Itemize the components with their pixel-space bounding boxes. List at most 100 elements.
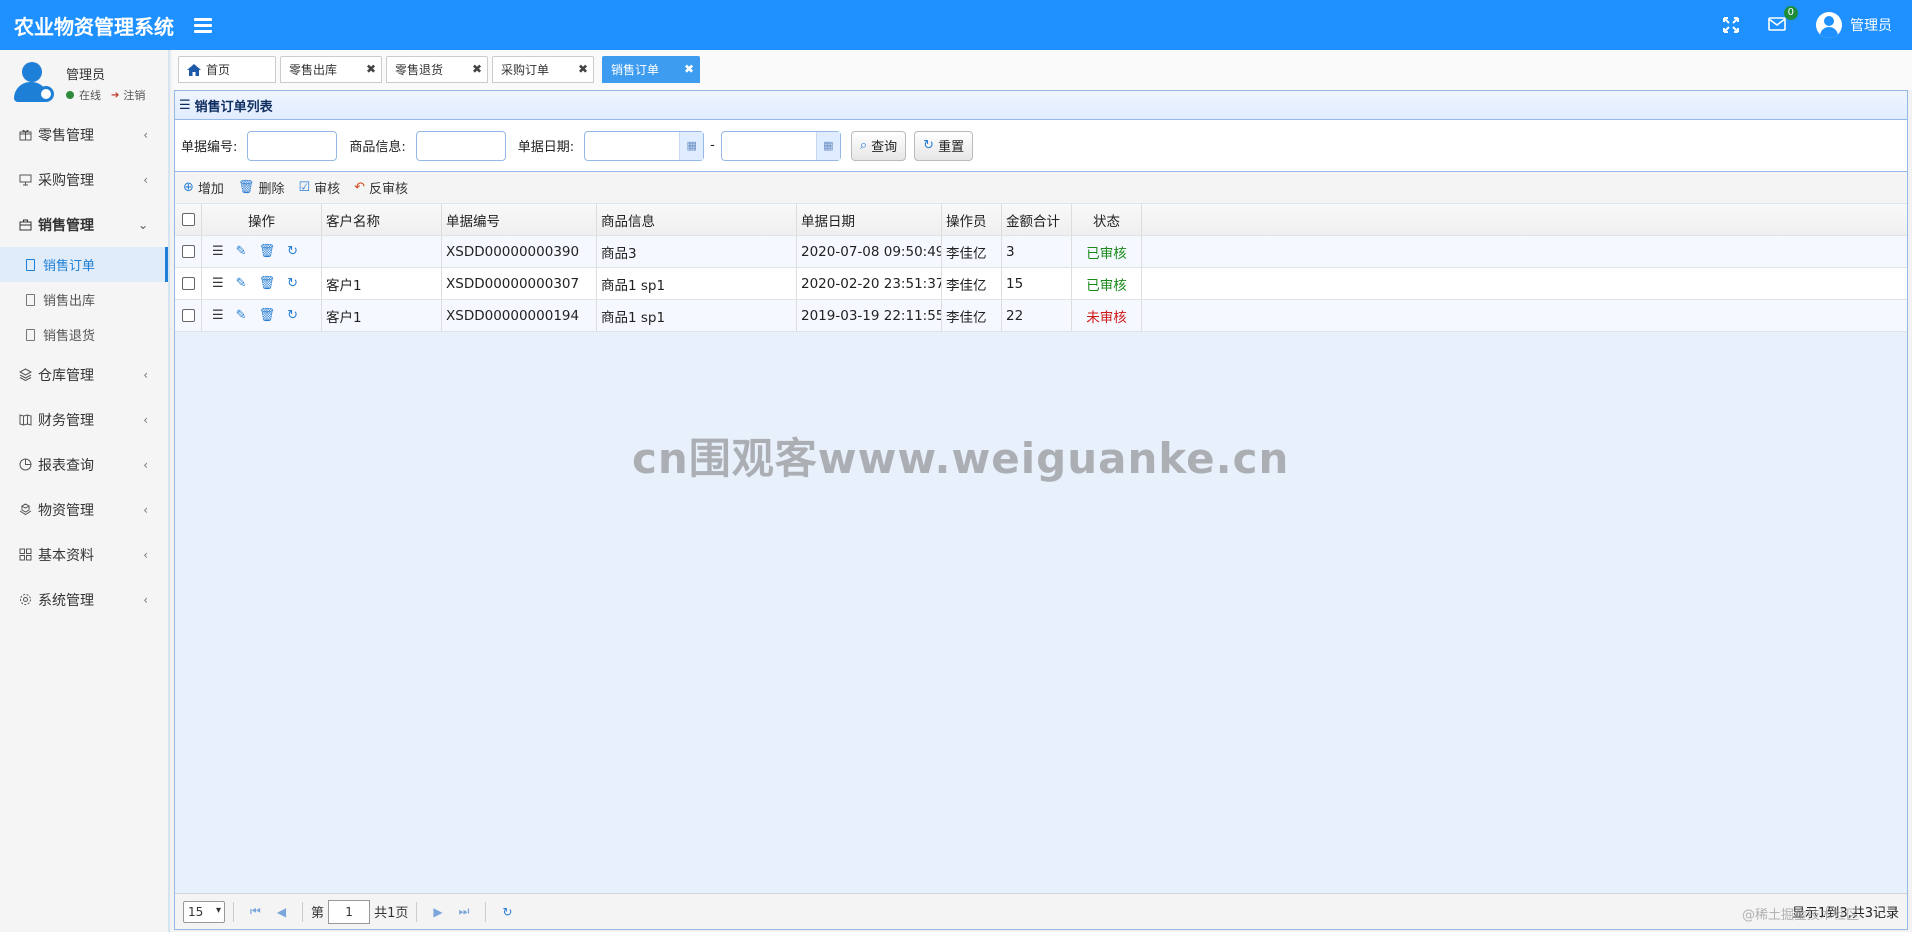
row-actions: ☰ ✎ 🗑 ↻ <box>202 236 322 267</box>
mail-icon[interactable]: 0 <box>1768 6 1798 34</box>
edit-icon[interactable]: ✎ <box>236 276 247 291</box>
sidebar-item-system[interactable]: 系统管理 ‹ <box>0 577 168 622</box>
user-name: 管理员 <box>1850 18 1892 34</box>
top-bar: 农业物资管理系统 0 管理员 <box>0 0 1912 50</box>
row-checkbox[interactable] <box>181 277 195 290</box>
column-header[interactable]: 单据编号 <box>442 204 597 235</box>
page-total: 共1页 <box>374 906 409 921</box>
table-row[interactable]: ☰ ✎ 🗑 ↻ 客户1 XSDD00000000194 商品1 sp1 2019… <box>175 300 1907 332</box>
user-menu[interactable]: 管理员 <box>1816 12 1892 38</box>
column-header[interactable]: 客户名称 <box>322 204 442 235</box>
unaudit-button[interactable]: ↶ 反审核 <box>354 178 408 197</box>
audit-button[interactable]: ☑ 审核 <box>298 178 340 197</box>
briefcase-icon <box>18 218 32 232</box>
trash-icon[interactable]: 🗑 <box>259 276 276 291</box>
profile-avatar <box>12 60 54 104</box>
row-checkbox-cell <box>175 268 202 299</box>
page-size-select[interactable]: 15 ▾ <box>183 900 225 923</box>
delete-button[interactable]: 🗑 删除 <box>238 178 285 197</box>
table-row[interactable]: ☰ ✎ 🗑 ↻ 客户1 XSDD00000000307 商品1 sp1 2020… <box>175 268 1907 300</box>
logout-icon[interactable]: ➔ <box>111 90 119 101</box>
close-icon[interactable]: ✖ <box>684 62 694 76</box>
detail-list-icon[interactable]: ☰ <box>212 308 224 323</box>
column-header[interactable]: 操作员 <box>942 204 1002 235</box>
sidebar-item-purchase[interactable]: 采购管理 ‹ <box>0 157 168 202</box>
tab-sales-order[interactable]: 销售订单 ✖ <box>602 56 700 83</box>
pager-divider <box>485 901 487 922</box>
operator-cell: 李佳亿 <box>942 300 1002 331</box>
sidebar-item-materials[interactable]: 物资管理 ‹ <box>0 487 168 532</box>
close-icon[interactable]: ✖ <box>472 62 482 76</box>
tab-retail-outbound[interactable]: 零售出库 ✖ <box>280 56 382 83</box>
date-label: 单据日期: <box>517 140 575 155</box>
page-number-input[interactable]: 1 <box>328 899 371 924</box>
sidebar-subitem-sales-outbound[interactable]: 销售出库 <box>0 282 168 317</box>
sync-icon[interactable]: ↻ <box>287 244 298 259</box>
query-button[interactable]: ⌕ 查询 <box>850 130 907 161</box>
table-row[interactable]: ☰ ✎ 🗑 ↻ XSDD00000000390 商品3 2020-07-08 0… <box>175 236 1907 268</box>
edit-icon[interactable]: ✎ <box>236 244 247 259</box>
column-header[interactable]: 商品信息 <box>597 204 797 235</box>
calendar-icon[interactable]: ▦ <box>815 131 840 160</box>
chevron-left-icon: ‹ <box>143 592 148 607</box>
tab-purchase-order[interactable]: 采购订单 ✖ <box>492 56 594 83</box>
doc-no-input[interactable] <box>247 130 338 161</box>
date-cell: 2020-07-08 09:50:49 <box>797 236 942 267</box>
logout-link[interactable]: 注销 <box>123 87 145 103</box>
close-icon[interactable]: ✖ <box>578 62 588 76</box>
menu-toggle-icon[interactable] <box>194 18 212 33</box>
gear-icon <box>18 593 32 607</box>
tab-home[interactable]: 首页 <box>178 56 276 83</box>
column-header[interactable]: 金额合计 <box>1002 204 1072 235</box>
sidebar-item-label: 财务管理 <box>38 412 94 429</box>
sidebar-item-sales[interactable]: 销售管理 ⌄ <box>0 202 168 247</box>
sidebar-item-basic-info[interactable]: 基本资料 ‹ <box>0 532 168 577</box>
sidebar-item-label: 仓库管理 <box>38 367 94 384</box>
next-page-icon[interactable]: ▶ <box>433 905 442 919</box>
prev-page-icon[interactable]: ◀ <box>277 905 286 919</box>
grid-header-row: 操作 客户名称 单据编号 商品信息 单据日期 操作员 金额合计 状态 <box>175 204 1907 236</box>
select-all-checkbox[interactable] <box>181 213 195 226</box>
column-header[interactable]: 操作 <box>202 204 322 235</box>
first-page-icon[interactable]: ⏮ <box>250 904 261 919</box>
calendar-icon[interactable]: ▦ <box>679 131 704 160</box>
grid-toolbar: ⊕ 增加 🗑 删除 ☑ 审核 ↶ 反审核 <box>175 172 1907 204</box>
reset-button[interactable]: ↻ 重置 <box>914 130 974 161</box>
tab-retail-return[interactable]: 零售退货 ✖ <box>386 56 488 83</box>
sidebar-subitem-sales-return[interactable]: 销售退货 <box>0 317 168 352</box>
chevron-left-icon: ‹ <box>143 502 148 517</box>
trash-icon[interactable]: 🗑 <box>259 244 276 259</box>
detail-list-icon[interactable]: ☰ <box>212 276 224 291</box>
refresh-icon[interactable]: ↻ <box>502 905 512 919</box>
column-header[interactable]: 单据日期 <box>797 204 942 235</box>
undo-icon: ↶ <box>354 180 366 195</box>
sync-icon[interactable]: ↻ <box>287 308 298 323</box>
trash-icon[interactable]: 🗑 <box>259 308 276 323</box>
edit-icon[interactable]: ✎ <box>236 308 247 323</box>
sidebar-item-finance[interactable]: 财务管理 ‹ <box>0 397 168 442</box>
add-button[interactable]: ⊕ 增加 <box>183 178 224 197</box>
goods-input[interactable] <box>415 130 506 161</box>
sidebar-item-reports[interactable]: 报表查询 ‹ <box>0 442 168 487</box>
row-checkbox[interactable] <box>181 245 195 258</box>
sidebar-item-label: 采购管理 <box>38 172 94 189</box>
sidebar-subitem-sales-order[interactable]: 销售订单 <box>0 247 168 282</box>
end-date-input[interactable]: ▦ <box>720 130 841 161</box>
row-checkbox[interactable] <box>181 309 195 322</box>
sidebar-item-label: 零售管理 <box>38 127 94 144</box>
fullscreen-icon[interactable] <box>1722 16 1740 34</box>
sidebar-item-warehouse[interactable]: 仓库管理 ‹ <box>0 352 168 397</box>
detail-list-icon[interactable]: ☰ <box>212 244 224 259</box>
goods-cell: 商品1 sp1 <box>597 300 797 331</box>
layers-icon <box>18 368 32 382</box>
column-header[interactable]: 状态 <box>1072 204 1142 235</box>
start-date-input[interactable]: ▦ <box>584 130 705 161</box>
app-title: 农业物资管理系统 <box>14 14 174 39</box>
map-icon <box>18 413 32 427</box>
close-icon[interactable]: ✖ <box>366 62 376 76</box>
last-page-icon[interactable]: ⏭ <box>459 904 470 919</box>
sync-icon[interactable]: ↻ <box>287 276 298 291</box>
sidebar-item-retail[interactable]: 零售管理 ‹ <box>0 112 168 157</box>
pager-divider <box>416 901 418 922</box>
customer-cell: 客户1 <box>322 268 442 299</box>
